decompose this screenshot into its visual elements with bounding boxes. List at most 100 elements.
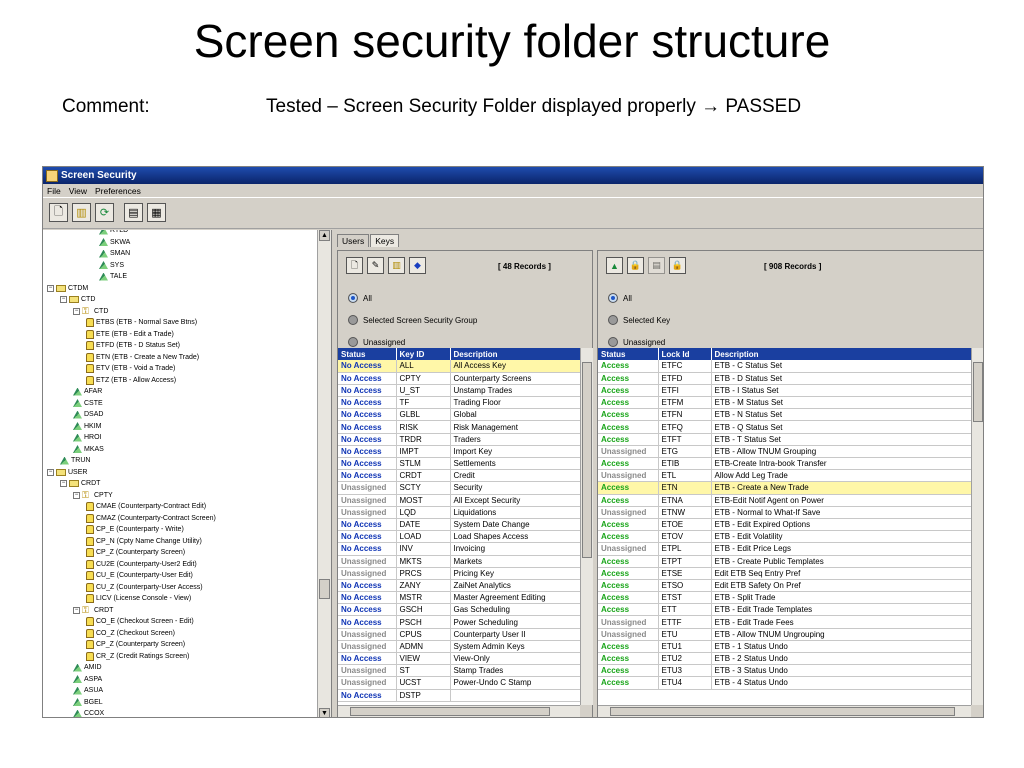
table-row[interactable]: No Access CRDT Credit xyxy=(338,469,580,483)
keys-table[interactable]: Status Key ID Description No Access ALL Al… xyxy=(338,348,580,705)
table-row[interactable]: Access ETN ETB - Create a New Trade xyxy=(598,481,971,495)
delete-key-button[interactable]: ▥ xyxy=(388,257,405,274)
table-row[interactable]: No Access DATE System Date Change xyxy=(338,518,580,532)
radio-all-locks[interactable]: All xyxy=(608,293,632,303)
tree-node[interactable]: HROI xyxy=(73,432,102,443)
keys-vertical-scrollbar[interactable] xyxy=(580,348,593,705)
table-row[interactable]: Unassigned LQD Liquidations xyxy=(338,506,580,519)
radio-unassigned-locks[interactable]: Unassigned xyxy=(608,337,665,347)
tree-node[interactable]: TALE xyxy=(99,271,127,282)
table-row[interactable]: Access ETFN ETB - N Status Set xyxy=(598,408,971,422)
menu-file[interactable]: File xyxy=(47,186,61,196)
table-row[interactable]: No Access CPTY Counterparty Screens xyxy=(338,372,580,385)
tree-node[interactable]: SMAN xyxy=(99,248,130,259)
tree-node[interactable]: CU2E (Counterparty-User2 Edit) xyxy=(86,559,197,570)
table-row[interactable]: Access ETU4 ETB - 4 Status Undo xyxy=(598,676,971,690)
lock-button[interactable]: 🔒 xyxy=(627,257,644,274)
tree-node[interactable]: LICV (License Console - View) xyxy=(86,593,191,604)
new-key-button[interactable]: 🗋 xyxy=(346,257,363,274)
locks-vertical-scrollbar[interactable] xyxy=(971,348,983,705)
tree-node[interactable]: CU_E (Counterparty-User Edit) xyxy=(86,570,193,581)
radio-unassigned-keys[interactable]: Unassigned xyxy=(348,337,405,347)
tree-node[interactable]: − CRDT xyxy=(60,478,100,489)
tree-node[interactable]: − ⚿ CTD xyxy=(73,306,108,317)
table-row[interactable]: Unassigned CPUS Counterparty User II xyxy=(338,628,580,641)
table-row[interactable]: Access ETPT ETB - Create Public Templates xyxy=(598,555,971,568)
keys-horizontal-scrollbar[interactable] xyxy=(338,705,580,717)
tree-node[interactable]: CSTE xyxy=(73,398,103,409)
table-row[interactable]: Access ETFD ETB - D Status Set xyxy=(598,372,971,385)
column-header-description[interactable]: Description xyxy=(450,348,580,360)
tree-node[interactable]: CMAE (Counterparty-Contract Edit) xyxy=(86,501,206,512)
tree-node[interactable]: SYS xyxy=(99,260,124,271)
edit-key-button[interactable]: ✎ xyxy=(367,257,384,274)
security-tree[interactable]: RTLD SKWA SMAN SYS TALE − CTDM − CTD − ⚿ CTD ETBS (E… xyxy=(43,230,332,717)
table-row[interactable]: No Access MSTR Master Agreement Editing xyxy=(338,591,580,605)
table-row[interactable]: Unassigned ETTF ETB - Edit Trade Fees xyxy=(598,615,971,629)
radio-selected-key[interactable]: Selected Key xyxy=(608,315,670,325)
scroll-thumb[interactable] xyxy=(973,362,983,422)
table-row[interactable]: Access ETFT ETB - T Status Set xyxy=(598,433,971,446)
refresh-button[interactable]: ⟳ xyxy=(95,203,114,222)
tree-node[interactable]: ETFD (ETB - D Status Set) xyxy=(86,340,180,351)
table-row[interactable]: Unassigned SCTY Security xyxy=(338,481,580,495)
table-row[interactable]: No Access ALL All Access Key xyxy=(338,360,580,373)
tree-node[interactable]: ASPA xyxy=(73,674,102,685)
tree-node[interactable]: CP_Z (Counterparty Screen) xyxy=(86,547,185,558)
column-header-description[interactable]: Description xyxy=(711,348,971,360)
column-header-status[interactable]: Status xyxy=(338,348,397,360)
table-row[interactable]: Access ETU2 ETB - 2 Status Undo xyxy=(598,652,971,666)
tab-keys[interactable]: Keys xyxy=(370,234,400,247)
table-row[interactable]: Access ETST ETB - Split Trade xyxy=(598,591,971,605)
tree-node[interactable]: CMAZ (Counterparty-Contract Screen) xyxy=(86,513,216,524)
scroll-thumb[interactable] xyxy=(582,362,592,558)
table-row[interactable]: Access ETU3 ETB - 3 Status Undo xyxy=(598,664,971,678)
collapse-toggle-icon[interactable]: − xyxy=(60,296,67,303)
tree-node[interactable]: AFAR xyxy=(73,386,102,397)
table-row[interactable]: No Access LOAD Load Shapes Access xyxy=(338,530,580,544)
table-row[interactable]: Access ETOE ETB - Edit Expired Options xyxy=(598,518,971,532)
table-row[interactable]: No Access INV Invoicing xyxy=(338,542,580,556)
tree-node[interactable]: ETE (ETB - Edit a Trade) xyxy=(86,329,174,340)
collapse-toggle-icon[interactable]: − xyxy=(60,480,67,487)
tree-node[interactable]: TRUN xyxy=(60,455,90,466)
table-row[interactable]: Access ETFQ ETB - Q Status Set xyxy=(598,420,971,434)
tree-node[interactable]: SKWA xyxy=(99,237,130,248)
tree-node[interactable]: − CTD xyxy=(60,294,95,305)
table-row[interactable]: No Access STLM Settlements xyxy=(338,457,580,471)
scroll-up-arrow[interactable]: ▲ xyxy=(319,230,330,241)
collapse-toggle-icon[interactable]: − xyxy=(47,284,54,292)
locks-horizontal-scrollbar[interactable] xyxy=(598,705,971,717)
document-button[interactable]: ▤ xyxy=(124,203,143,222)
table-row[interactable]: Unassigned ETPL ETB - Edit Price Legs xyxy=(598,542,971,556)
table-row[interactable]: No Access TF Trading Floor xyxy=(338,396,580,410)
table-row[interactable]: Access ETU1 ETB - 1 Status Undo xyxy=(598,640,971,654)
table-row[interactable]: Unassigned ETL Allow Add Leg Trade xyxy=(598,469,971,483)
table-row[interactable]: Access ETIB ETB-Create Intra-book Transfer xyxy=(598,457,971,471)
table-row[interactable]: Access ETFC ETB - C Status Set xyxy=(598,360,971,373)
tree-node[interactable]: CP_E (Counterparty - Write) xyxy=(86,524,184,535)
radio-all-keys[interactable]: All xyxy=(348,293,372,303)
tab-users[interactable]: Users xyxy=(337,234,370,247)
table-row[interactable]: Unassigned ST Stamp Trades xyxy=(338,664,580,678)
table-row[interactable]: Unassigned MOST All Except Security xyxy=(338,494,580,507)
assign-key-button[interactable]: ◆ xyxy=(409,257,426,274)
tree-node[interactable]: DSAD xyxy=(73,409,103,420)
tree-node[interactable]: ETV (ETB - Void a Trade) xyxy=(86,363,175,374)
column-header-key-id[interactable]: Key ID xyxy=(396,348,451,360)
tree-node[interactable]: AMID xyxy=(73,662,102,673)
locks-table[interactable]: Status Lock Id Description Access ETFC ETB… xyxy=(598,348,971,705)
remove-lock-button[interactable]: 🔒 xyxy=(669,257,686,274)
table-row[interactable]: Access ETFM ETB - M Status Set xyxy=(598,396,971,410)
scroll-thumb[interactable] xyxy=(350,707,550,716)
disabled-button[interactable]: ▤ xyxy=(648,257,665,274)
table-row[interactable]: Unassigned UCST Power-Undo C Stamp xyxy=(338,676,580,690)
collapse-toggle-icon[interactable]: − xyxy=(73,606,80,614)
radio-selected-group[interactable]: Selected Screen Security Group xyxy=(348,315,477,325)
tree-node[interactable]: − ⚿ CPTY xyxy=(73,490,113,501)
new-document-button[interactable]: 🗋 xyxy=(49,203,68,222)
table-row[interactable]: Access ETOV ETB - Edit Volatility xyxy=(598,530,971,544)
table-row[interactable]: No Access GSCH Gas Scheduling xyxy=(338,603,580,617)
table-row[interactable]: Unassigned PRCS Pricing Key xyxy=(338,567,580,580)
tree-vertical-scrollbar[interactable]: ▲ ▼ xyxy=(317,230,331,717)
